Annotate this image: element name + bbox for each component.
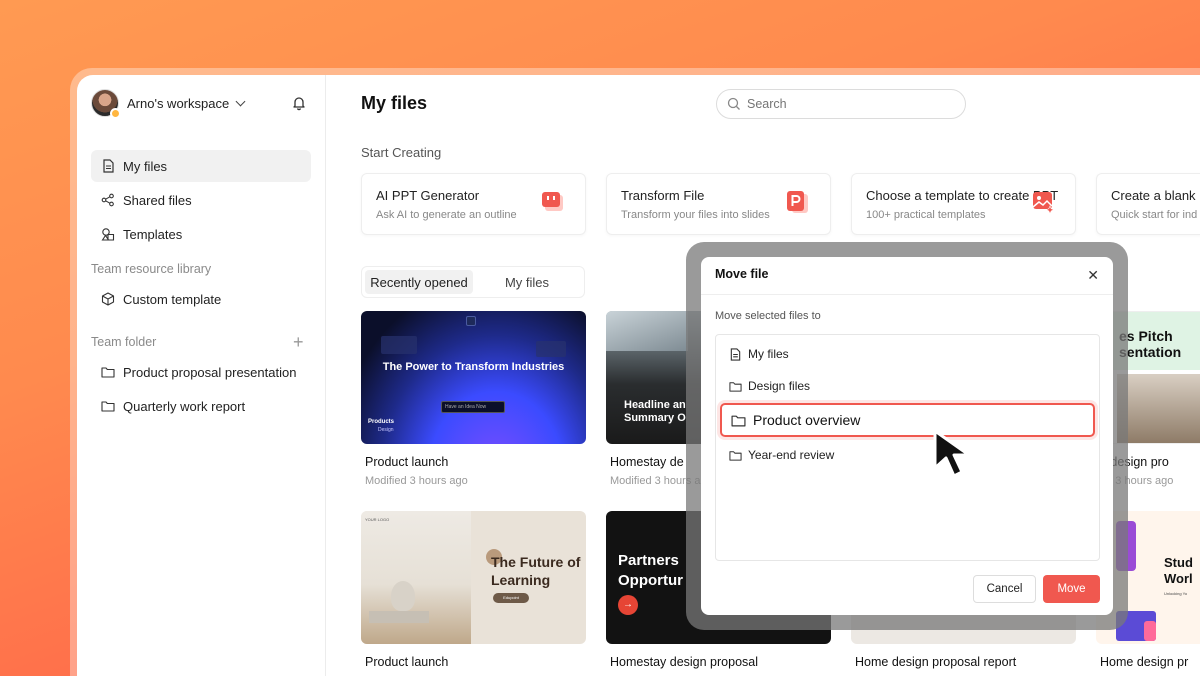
transform-file-card[interactable]: Transform File Transform your files into… [606,173,831,235]
slide-title: Stud Worl [1164,555,1193,586]
page-title: My files [361,93,428,113]
file-name[interactable]: Homestay de [610,455,684,469]
search-input[interactable] [747,97,947,111]
sidebar-item-label: Product proposal presentation [123,364,297,380]
avatar-badge [110,108,121,119]
card-subtitle: Quick start for ind [1111,209,1198,221]
slide-title: The Power to Transform Industries [382,361,565,373]
slide-logo [466,316,476,326]
ai-ppt-generator-card[interactable]: AI PPT Generator Ask AI to generate an o… [361,173,586,235]
add-folder-icon[interactable]: + [293,333,304,351]
file-tabs: Recently opened My files [361,266,585,298]
bell-icon[interactable] [291,95,307,111]
cube-icon [101,292,115,306]
dialog-divider [701,294,1113,295]
slide-widget [381,336,417,354]
dialog-backdrop-frame: Move file ✕ Move selected files to My fi… [686,242,1128,630]
slide-input: Have an Idea Now [441,401,505,413]
slide-logo: YOUR LOGO [365,517,390,522]
mouse-pointer-icon [933,429,971,478]
destination-label: My files [748,347,789,361]
folder-icon [101,399,115,413]
file-name[interactable]: Product launch [365,455,448,469]
folder-icon [729,450,742,461]
slide-photo [606,311,688,351]
sidebar-item-label: Custom template [123,291,222,307]
share-icon [101,193,115,207]
sidebar-item-quarterly-report[interactable]: Quarterly work report [91,390,311,422]
file-name[interactable]: Homestay design proposal [610,655,758,669]
search-box[interactable] [716,89,966,119]
tab-recently-opened[interactable]: Recently opened [365,270,473,294]
arrow-right-icon: → [618,595,638,615]
create-blank-card[interactable]: Create a blank Quick start for ind [1096,173,1200,235]
destination-label: Design files [748,379,811,393]
slide-title: es Pitch sentation [1119,328,1182,360]
ppt-file-icon [787,191,808,213]
slide-brand: Products [368,419,395,425]
slide-brand-sub: Design [378,427,394,433]
template-image-icon [1032,192,1055,214]
folder-icon [731,415,746,426]
destination-my-files[interactable]: My files [729,347,789,361]
sidebar-item-label: My files [123,158,168,174]
slide-photo [1117,374,1200,443]
sidebar-item-templates[interactable]: Templates [91,218,311,250]
dialog-title: Move file [715,267,769,281]
start-creating-heading: Start Creating [361,145,442,160]
tab-my-files[interactable]: My files [473,270,581,294]
sidebar-item-label: Quarterly work report [123,398,246,414]
sidebar-item-my-files[interactable]: My files [91,150,311,182]
books-shape [369,611,429,623]
move-file-dialog: Move file ✕ Move selected files to My fi… [701,257,1113,615]
destination-label: Product overview [753,412,861,428]
slide-tag: Edupoint [493,593,529,603]
file-name[interactable]: Product launch [365,655,448,669]
vase-shape [391,581,415,611]
search-icon [727,97,740,110]
workspace-switcher[interactable]: Arno's workspace [91,89,246,119]
workspace-name: Arno's workspace [127,95,230,111]
slide-subtitle: Unlocking Yo [1164,591,1188,596]
destination-list: My files Design files Product overview Y… [715,334,1100,561]
slide-title: Headline an Summary O [624,399,686,424]
templates-icon [101,227,115,241]
file-thumbnail[interactable]: The Power to Transform Industries Have a… [361,311,586,444]
destination-product-overview[interactable]: Product overview [720,403,1095,437]
sidebar-item-product-proposal[interactable]: Product proposal presentation [91,356,311,388]
slide-title: The Future of Learning [491,554,581,588]
team-resource-library-heading: Team resource library [91,262,212,276]
sidebar-item-label: Shared files [123,192,192,208]
close-icon[interactable]: ✕ [1087,267,1099,284]
file-name[interactable]: Home design proposal report [855,655,1016,669]
cancel-button[interactable]: Cancel [973,575,1036,603]
destination-label: Year-end review [748,448,835,462]
choose-template-card[interactable]: Choose a template to create PPT 100+ pra… [851,173,1076,235]
move-button[interactable]: Move [1043,575,1100,603]
slide-widget [536,341,566,357]
sidebar-item-label: Templates [123,226,183,242]
file-thumbnail[interactable]: YOUR LOGO The Future of Learning Edupoin… [361,511,586,644]
file-modified: Modified 3 hours ago [365,475,468,487]
sidebar-item-shared-files[interactable]: Shared files [91,184,311,216]
folder-icon [101,365,115,379]
destination-design-files[interactable]: Design files [729,379,810,393]
dialog-label: Move selected files to [715,310,821,322]
destination-year-end-review[interactable]: Year-end review [729,448,834,462]
folder-icon [729,381,742,392]
file-name[interactable]: Home design pr [1100,655,1188,669]
slide-photo [361,511,471,644]
team-folder-heading: Team folder [91,335,157,349]
chevron-down-icon [235,96,246,106]
card-title: Create a blank [1111,188,1196,203]
avatar [91,89,121,119]
slide-figure [1144,621,1156,641]
file-icon [730,347,741,361]
file-icon [101,159,115,173]
sidebar-item-custom-template[interactable]: Custom template [91,283,311,315]
ai-chat-icon [542,192,563,211]
sidebar: Arno's workspace My files Shared files T… [77,75,326,676]
